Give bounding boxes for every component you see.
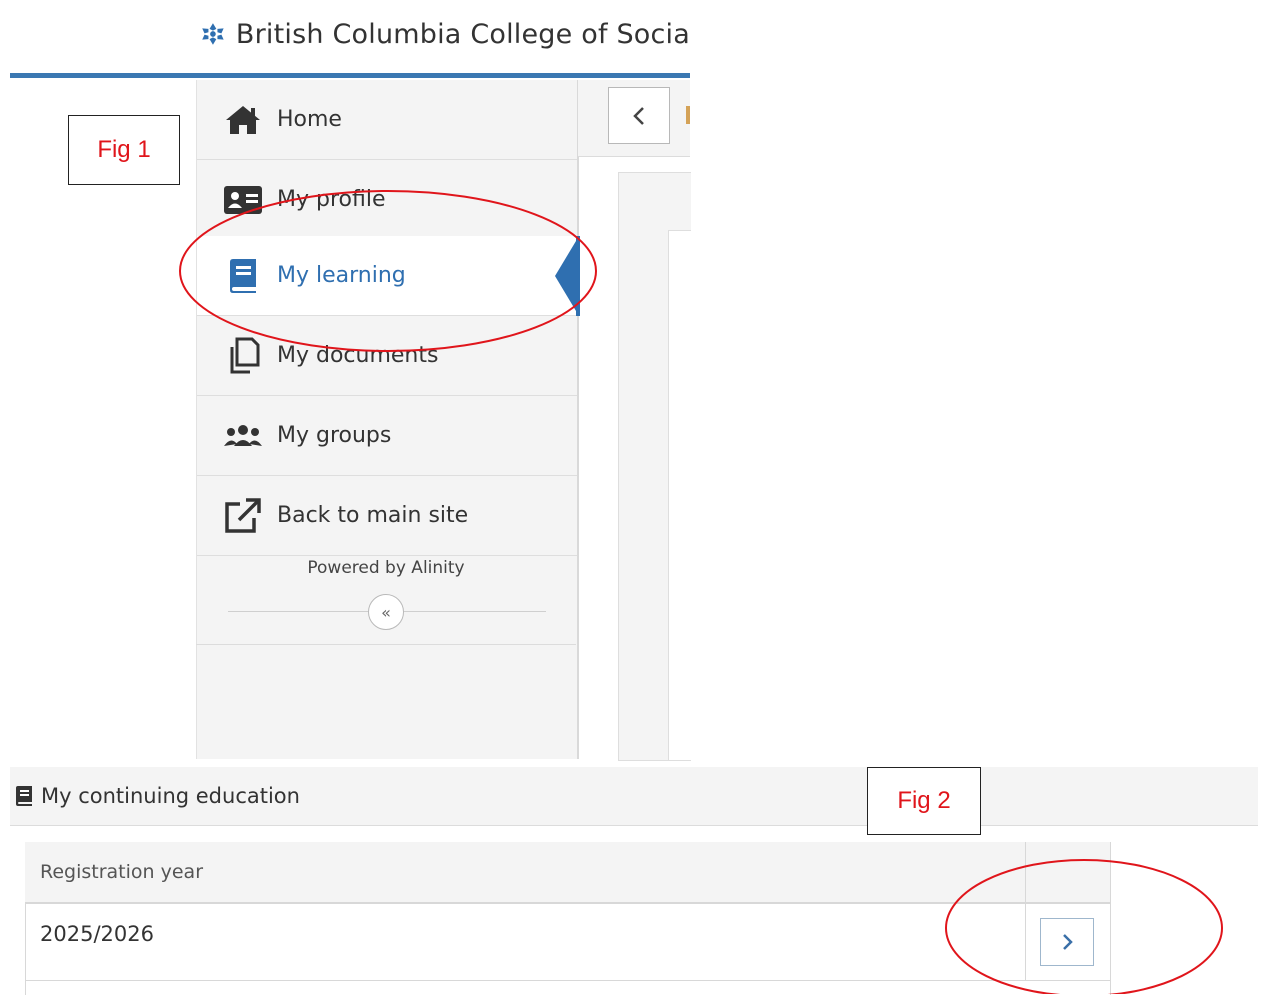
sidebar-item-my-groups[interactable]: My groups [197,396,577,476]
section-title: My continuing education [41,784,300,808]
book-icon [15,785,37,807]
sidebar-item-my-profile[interactable]: My profile [197,160,577,240]
sidebar-item-label: My groups [277,423,392,448]
sidebar: Home My profile My learning My documents… [196,80,579,759]
table-row[interactable]: 2025/2026 [25,904,1025,981]
users-icon [221,414,265,458]
documents-icon [221,334,265,378]
sidebar-item-label: Home [277,107,342,132]
sidebar-item-my-documents[interactable]: My documents [197,316,577,396]
book-icon [221,254,265,298]
fig-2-label: Fig 2 [867,767,981,835]
table-header-action-cell [1025,842,1110,904]
active-item-edge [576,236,580,316]
sidebar-item-label: My profile [277,187,386,212]
home-icon [221,98,265,142]
header-accent-bar [10,73,690,78]
column-header-registration-year: Registration year [40,861,204,883]
fig-1-label: Fig 1 [68,115,180,185]
main-content-card [668,230,691,760]
continuing-education-header: My continuing education [10,767,1258,826]
powered-by-text: Powered by Alinity [307,558,465,578]
chevron-right-icon [1063,934,1073,950]
collapse-sidebar-button[interactable]: « [368,594,404,630]
brand-header: British Columbia College of Socia [200,12,690,56]
sidebar-item-label: Back to main site [277,503,469,528]
breadcrumb-marker [686,106,690,124]
table-header: Registration year [25,842,1025,904]
external-link-icon [221,494,265,538]
open-registration-year-button[interactable] [1040,918,1094,966]
id-card-icon [221,178,265,222]
double-chevron-left-icon: « [381,602,391,622]
sidebar-item-label: My learning [277,263,406,288]
back-button[interactable] [608,87,670,144]
sidebar-item-label: My documents [277,343,439,368]
chevron-left-icon [633,106,644,125]
sidebar-item-home[interactable]: Home [197,80,577,160]
sidebar-item-back-to-main-site[interactable]: Back to main site [197,476,577,556]
sidebar-item-my-learning[interactable]: My learning [197,236,577,316]
college-logo-icon [202,23,224,45]
sidebar-divider [196,644,576,645]
registration-year-cell: 2025/2026 [40,922,154,946]
org-name: British Columbia College of Socia [235,18,690,50]
